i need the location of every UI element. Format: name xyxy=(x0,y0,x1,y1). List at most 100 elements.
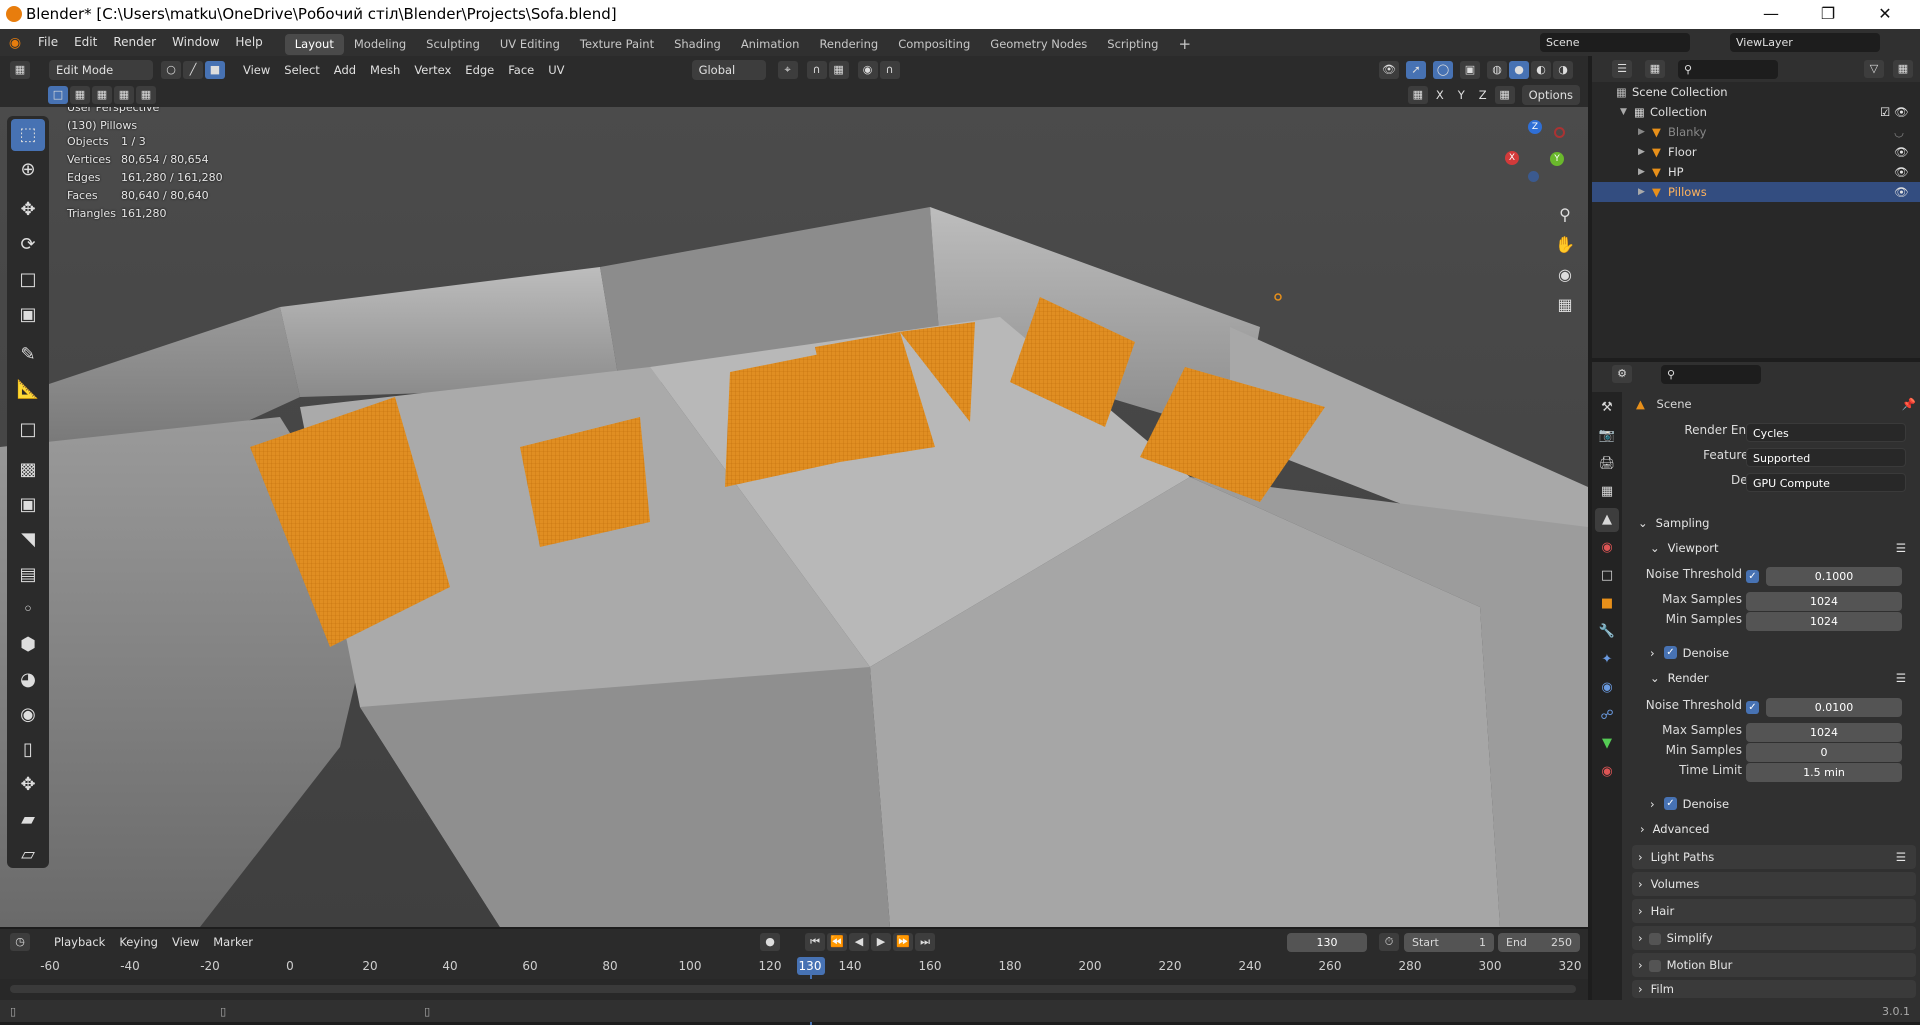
inset-tool-icon[interactable]: ▣ xyxy=(11,489,45,521)
select-extend-icon[interactable]: ▦ xyxy=(70,86,90,104)
outliner-item-pillows[interactable]: ▶ ▼ Pillows 👁 xyxy=(1592,182,1920,202)
wireframe-shading-icon[interactable]: ◍ xyxy=(1487,60,1507,79)
navigation-gizmo[interactable]: Z X Y xyxy=(1500,119,1570,189)
render-denoise-header[interactable]: › ✓ Denoise xyxy=(1632,792,1916,816)
world-tab-icon[interactable]: ◉ xyxy=(1595,536,1619,560)
gizmo-neg-x[interactable] xyxy=(1554,127,1565,138)
noise-threshold-field[interactable]: 0.0100 xyxy=(1766,698,1902,717)
max-samples-field[interactable]: 1024 xyxy=(1746,723,1902,742)
time-limit-field[interactable]: 1.5 min xyxy=(1746,763,1902,782)
gizmo-z[interactable]: Z xyxy=(1528,120,1542,134)
transform-tool-icon[interactable]: ▣ xyxy=(11,299,45,331)
tab-shading[interactable]: Shading xyxy=(664,34,731,55)
3d-viewport[interactable]: User Perspective (130) Pillows Objects 1 … xyxy=(0,107,1588,927)
menu-help[interactable]: Help xyxy=(227,29,270,56)
shear-tool-icon[interactable]: ▰ xyxy=(11,804,45,836)
smooth-tool-icon[interactable]: ◉ xyxy=(11,699,45,731)
tab-compositing[interactable]: Compositing xyxy=(888,34,980,55)
expand-arrow-icon[interactable]: ▶ xyxy=(1638,182,1645,202)
select-new-icon[interactable]: □ xyxy=(48,86,68,104)
tab-texture-paint[interactable]: Texture Paint xyxy=(570,34,664,55)
blender-menu-icon[interactable]: ◉ xyxy=(0,35,30,51)
outliner-item-blanky[interactable]: ▶ ▼ Blanky ◡ xyxy=(1592,122,1920,142)
tab-geometry-nodes[interactable]: Geometry Nodes xyxy=(980,34,1097,55)
max-samples-field[interactable]: 1024 xyxy=(1746,592,1902,611)
tab-layout[interactable]: Layout xyxy=(284,33,344,55)
advanced-subpanel-header[interactable]: › Advanced xyxy=(1632,817,1916,841)
eye-icon[interactable]: 👁 xyxy=(1894,182,1909,202)
scene-selector[interactable]: Scene xyxy=(1540,33,1690,52)
xray-icon[interactable]: ▣ xyxy=(1460,60,1480,79)
expand-arrow-icon[interactable]: ▶ xyxy=(1638,122,1645,142)
rendered-shading-icon[interactable]: ◑ xyxy=(1553,60,1573,79)
loop-cut-tool-icon[interactable]: ▤ xyxy=(11,559,45,591)
mode-selector[interactable]: Edit Mode xyxy=(49,59,153,80)
measure-tool-icon[interactable]: 📐 xyxy=(11,374,45,406)
sampling-panel-header[interactable]: ⌄ Sampling xyxy=(1632,511,1916,535)
current-frame-field[interactable]: 130 xyxy=(1287,932,1367,952)
orientation-selector[interactable]: Global xyxy=(691,59,766,80)
zoom-icon[interactable]: ⚲ xyxy=(1553,200,1577,230)
properties-editor-icon[interactable]: ⚙ xyxy=(1612,365,1632,383)
menu-file[interactable]: File xyxy=(30,29,66,56)
menu-select[interactable]: Select xyxy=(277,60,326,80)
noise-threshold-field[interactable]: 0.1000 xyxy=(1766,567,1902,586)
object-tab-icon[interactable]: ■ xyxy=(1595,592,1619,616)
options-dropdown[interactable]: Options xyxy=(1521,85,1580,105)
autoclip-icon[interactable]: ▦ xyxy=(1494,86,1515,104)
menu-add[interactable]: Add xyxy=(327,60,363,80)
eye-closed-icon[interactable]: ◡ xyxy=(1894,122,1904,142)
gizmo-neg-z[interactable] xyxy=(1528,171,1539,182)
render-engine-dropdown[interactable]: Cycles xyxy=(1746,423,1906,442)
record-icon[interactable]: ● xyxy=(760,933,781,951)
simplify-checkbox[interactable] xyxy=(1648,932,1661,945)
poly-build-tool-icon[interactable]: ⬢ xyxy=(11,629,45,661)
timeline-ruler[interactable]: -60 -40 -20 0 20 40 60 80 100 120 130 140 160 180 200 2… xyxy=(0,955,1588,1025)
menu-vertex[interactable]: Vertex xyxy=(407,60,458,80)
denoise-checkbox[interactable]: ✓ xyxy=(1664,797,1677,810)
properties-search-input[interactable]: ⚲ xyxy=(1661,364,1761,384)
vertex-select-icon[interactable]: ○ xyxy=(161,60,181,79)
pivot-icon[interactable]: ⌖ xyxy=(777,60,798,79)
move-tool-icon[interactable]: ✥ xyxy=(11,194,45,226)
tab-sculpting[interactable]: Sculpting xyxy=(416,34,490,55)
jump-start-icon[interactable]: ⏮ xyxy=(805,933,826,951)
timeline-track[interactable] xyxy=(0,979,1588,1000)
gizmo-y[interactable]: Y xyxy=(1550,152,1564,166)
motion-blur-panel[interactable]: › Motion Blur xyxy=(1632,953,1916,977)
tab-uv-editing[interactable]: UV Editing xyxy=(490,34,570,55)
simplify-panel[interactable]: › Simplify xyxy=(1632,926,1916,950)
end-frame-field[interactable]: End 250 xyxy=(1498,932,1580,952)
camera-view-icon[interactable]: ◉ xyxy=(1553,260,1577,290)
film-panel[interactable]: › Film xyxy=(1632,980,1916,998)
falloff-icon[interactable]: ∩ xyxy=(879,60,900,79)
edge-select-icon[interactable]: ╱ xyxy=(183,60,203,79)
tab-rendering[interactable]: Rendering xyxy=(809,34,888,55)
prev-keyframe-icon[interactable]: ⏪ xyxy=(827,933,848,951)
hair-panel[interactable]: › Hair xyxy=(1632,899,1916,923)
data-tab-icon[interactable]: ▼ xyxy=(1595,732,1619,756)
editor-type-icon[interactable]: ▦ xyxy=(10,60,30,79)
annotate-tool-icon[interactable]: ✎ xyxy=(11,339,45,371)
scale-tool-icon[interactable]: □ xyxy=(11,264,45,296)
rotate-tool-icon[interactable]: ⟳ xyxy=(11,229,45,261)
noise-threshold-checkbox[interactable]: ✓ xyxy=(1746,701,1759,714)
min-samples-field[interactable]: 0 xyxy=(1746,743,1902,762)
timeline-scrollbar[interactable] xyxy=(10,985,1576,993)
min-samples-field[interactable]: 1024 xyxy=(1746,612,1902,631)
volumes-panel[interactable]: › Volumes xyxy=(1632,872,1916,896)
perspective-grid-icon[interactable]: ▦ xyxy=(1553,290,1577,320)
extrude-tool-icon[interactable]: ▩ xyxy=(11,454,45,486)
tab-animation[interactable]: Animation xyxy=(731,34,810,55)
menu-keying[interactable]: Keying xyxy=(112,932,165,952)
expand-arrow-icon[interactable]: ▶ xyxy=(1638,142,1645,162)
menu-marker[interactable]: Marker xyxy=(206,932,260,952)
menu-face[interactable]: Face xyxy=(501,60,541,80)
select-box-tool-icon[interactable]: ⬚ xyxy=(11,119,45,151)
preset-list-icon[interactable]: ☰ xyxy=(1896,845,1906,869)
close-button[interactable]: ✕ xyxy=(1862,2,1908,26)
play-reverse-icon[interactable]: ◀ xyxy=(849,933,870,951)
gizmo-x[interactable]: X xyxy=(1505,151,1519,165)
eye-icon[interactable]: 👁 xyxy=(1894,162,1909,182)
overlay-icon[interactable]: ◯ xyxy=(1433,60,1453,79)
